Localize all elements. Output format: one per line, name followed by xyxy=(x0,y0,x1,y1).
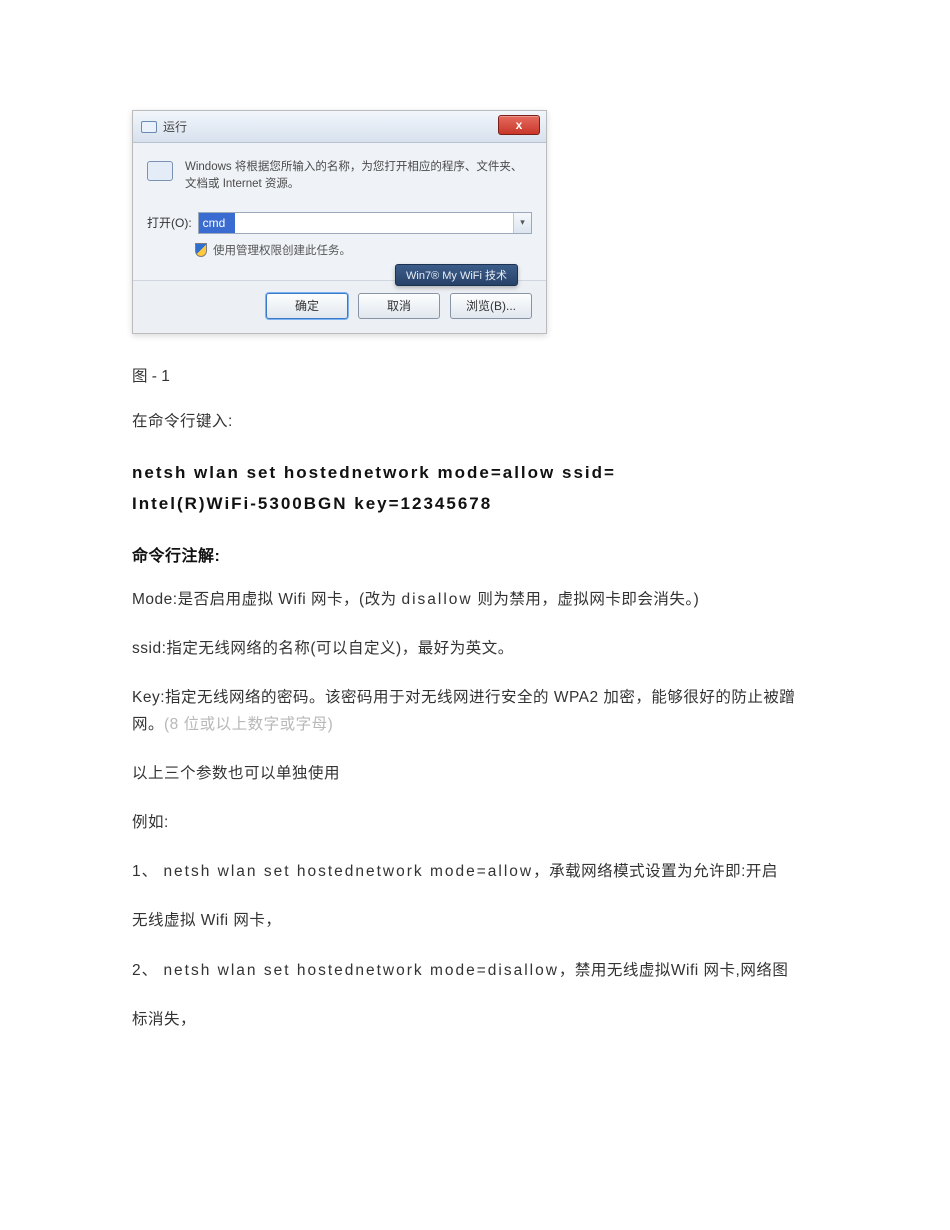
dialog-button-row: 确定 取消 浏览(B)... xyxy=(133,280,546,333)
mode-paragraph: Mode:是否启用虚拟 Wifi 网卡，(改为 disallow 则为禁用，虚拟… xyxy=(132,586,818,613)
open-label: 打开(O): xyxy=(147,214,192,231)
cmd-line2a: Intel(R)WiFi-5300BGN xyxy=(132,494,354,513)
intro-paragraph: 在命令行键入: xyxy=(132,408,818,435)
ex2-command: netsh wlan set hostednetwork mode=disall… xyxy=(163,962,558,979)
example-1: 1、 netsh wlan set hostednetwork mode=all… xyxy=(132,858,818,885)
key-hint-gray: (8 位或以上数字或字母) xyxy=(164,716,333,733)
ex1-command: netsh wlan set hostednetwork mode=allow xyxy=(163,863,533,880)
program-icon xyxy=(147,161,173,181)
ex1-tail: ，承载网络模式设置为允许即:开启 xyxy=(533,863,778,880)
run-app-icon xyxy=(141,121,157,133)
example-2: 2、 netsh wlan set hostednetwork mode=dis… xyxy=(132,957,818,984)
wifi-card-paragraph: 无线虚拟 Wifi 网卡， xyxy=(132,907,818,934)
titlebar[interactable]: 运行 x xyxy=(133,111,546,143)
cmd-line2b: key=12345678 xyxy=(354,494,492,513)
dialog-intro-text: Windows 将根据您所输入的名称，为您打开相应的程序、文件夹、文档或 Int… xyxy=(185,159,532,194)
mode-text-a: Mode:是否启用虚拟 Wifi 网卡，(改为 xyxy=(132,591,401,608)
icon-gone-paragraph: 标消失， xyxy=(132,1006,818,1033)
ex2-tail: ，禁用无线虚拟Wifi 网卡,网络图 xyxy=(559,962,788,979)
shield-icon xyxy=(195,243,207,257)
run-dialog: 运行 x Windows 将根据您所输入的名称，为您打开相应的程序、文件夹、文档… xyxy=(132,110,547,334)
ssid-paragraph: ssid:指定无线网络的名称(可以自定义)，最好为英文。 xyxy=(132,635,818,662)
cancel-button[interactable]: 取消 xyxy=(358,293,440,319)
admin-note: 使用管理权限创建此任务。 xyxy=(213,242,351,258)
figure-caption: 图 - 1 xyxy=(132,364,818,386)
key-paragraph: Key:指定无线网络的密码。该密码用于对无线网进行安全的 WPA2 加密，能够很… xyxy=(132,684,818,738)
chevron-down-icon[interactable]: ▾ xyxy=(513,213,531,233)
example-label: 例如: xyxy=(132,809,818,836)
mode-disallow: disallow xyxy=(401,591,472,608)
open-input[interactable] xyxy=(199,213,235,233)
wifi-tooltip: Win7® My WiFi 技术 xyxy=(395,264,518,286)
ex1-number: 1、 xyxy=(132,863,163,880)
browse-button[interactable]: 浏览(B)... xyxy=(450,293,532,319)
params-paragraph: 以上三个参数也可以单独使用 xyxy=(132,760,818,787)
main-command: netsh wlan set hostednetwork mode=allow … xyxy=(132,457,818,520)
open-combobox[interactable]: ▾ xyxy=(198,212,532,234)
close-button[interactable]: x xyxy=(498,115,540,135)
ok-button[interactable]: 确定 xyxy=(266,293,348,319)
ex2-number: 2、 xyxy=(132,962,163,979)
cmd-line1: netsh wlan set hostednetwork mode=allow … xyxy=(132,463,616,482)
section-title: 命令行注解: xyxy=(132,542,818,566)
mode-text-c: 则为禁用，虚拟网卡即会消失。) xyxy=(473,591,700,608)
window-title: 运行 xyxy=(163,118,187,135)
